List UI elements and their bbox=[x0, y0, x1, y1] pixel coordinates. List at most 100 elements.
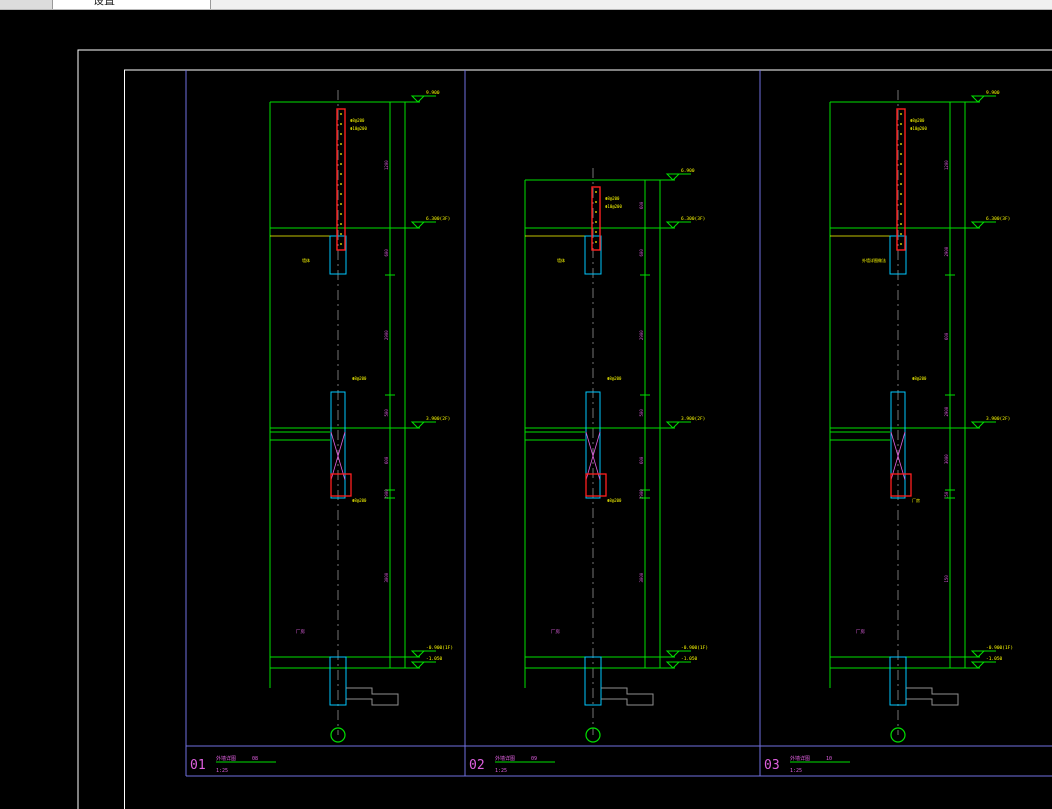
level-label: -0.900(1F) bbox=[681, 645, 708, 651]
level-label: 3.900(2F) bbox=[681, 416, 705, 422]
rebar-note: Φ10@200 bbox=[605, 204, 622, 209]
rebar-note: Φ8@200 bbox=[350, 118, 365, 123]
rebar-note: Φ8@200 bbox=[605, 196, 620, 201]
level-marker bbox=[410, 661, 426, 669]
level-label: 9.900 bbox=[426, 90, 440, 96]
dim-value: 2900 bbox=[639, 489, 644, 499]
dim-value: 3000 bbox=[384, 572, 389, 582]
lintel-rebar bbox=[330, 473, 352, 497]
rebar-dot bbox=[900, 233, 902, 235]
wall-note: 墙体 bbox=[557, 257, 565, 263]
dim-value: 500 bbox=[639, 409, 644, 417]
rebar-dot bbox=[595, 241, 597, 243]
dim-value: 600 bbox=[384, 456, 389, 464]
wall-detail-03: 9.900 6.300(3F) 3.900(2F) -0.900(1F) -1.050 1… bbox=[829, 90, 1013, 743]
level-label: -1.050 bbox=[681, 656, 698, 662]
room-label: 厂房 bbox=[551, 628, 560, 635]
level-label: 6.300(3F) bbox=[681, 216, 705, 222]
lintel-rebar bbox=[585, 473, 607, 497]
rebar-dot bbox=[900, 243, 902, 245]
rebar-dot bbox=[595, 221, 597, 223]
rebar-dot bbox=[340, 153, 342, 155]
dim-value: 600 bbox=[639, 201, 644, 209]
rebar-dot bbox=[595, 201, 597, 203]
detail-number: 02 bbox=[469, 758, 485, 773]
footing-step bbox=[906, 687, 959, 706]
wall-note: 外墙详图做法 bbox=[862, 257, 886, 263]
level-marker bbox=[665, 421, 681, 429]
rebar-dot bbox=[900, 143, 902, 145]
level-label: 3.900(2F) bbox=[986, 416, 1010, 422]
dim-value: 3000 bbox=[944, 454, 949, 464]
level-marker bbox=[665, 661, 681, 669]
detail-ref: 08 bbox=[252, 756, 258, 762]
tab-model[interactable] bbox=[0, 0, 53, 9]
rebar-dot bbox=[595, 191, 597, 193]
level-label: -0.900(1F) bbox=[986, 645, 1013, 651]
detail-title: 外墙详图 bbox=[216, 755, 236, 762]
room-label: 厂房 bbox=[296, 628, 305, 635]
level-label: 6.300(3F) bbox=[426, 216, 450, 222]
rebar-dot bbox=[340, 133, 342, 135]
rebar-note: Φ10@200 bbox=[910, 126, 927, 131]
rebar-dot bbox=[900, 133, 902, 135]
level-label: 3.900(2F) bbox=[426, 416, 450, 422]
lintel-rebar bbox=[890, 473, 912, 497]
dim-value: 2900 bbox=[944, 406, 949, 416]
detail-panels: 9.900 6.300(3F) 3.900(2F) -0.900(1F) -1.050 1… bbox=[185, 70, 1052, 777]
footing-step bbox=[601, 687, 654, 706]
cad-drawing-canvas[interactable]: 9.900 6.300(3F) 3.900(2F) -0.900(1F) -1.050 1… bbox=[0, 10, 1052, 809]
rebar-dot bbox=[900, 223, 902, 225]
detail-scale: 1:25 bbox=[495, 768, 507, 774]
wall-note: 墙体 bbox=[302, 257, 310, 263]
level-label: 9.900 bbox=[986, 90, 1000, 96]
level-label: 6.900 bbox=[681, 168, 695, 174]
rebar-dot bbox=[595, 211, 597, 213]
rebar-dot bbox=[900, 123, 902, 125]
title-block-01: 01 外墙详图 08 1:25 bbox=[190, 755, 276, 774]
rebar-dot bbox=[340, 143, 342, 145]
rebar-dot bbox=[340, 193, 342, 195]
detail-ref: 10 bbox=[826, 756, 832, 762]
footing-step bbox=[346, 687, 399, 706]
rebar-dot bbox=[340, 113, 342, 115]
dim-value: 2900 bbox=[384, 489, 389, 499]
dim-value: 2900 bbox=[944, 246, 949, 256]
tab-settings[interactable]: 设置 bbox=[53, 0, 211, 9]
rebar-dot bbox=[340, 243, 342, 245]
rebar-note: Φ8@200 bbox=[910, 118, 925, 123]
lintel-note: Φ8@200 bbox=[607, 498, 622, 503]
rebar-dot bbox=[340, 223, 342, 225]
dim-value: 600 bbox=[639, 249, 644, 257]
detail-ref: 09 bbox=[531, 756, 537, 762]
lintel-note: Φ8@200 bbox=[352, 376, 367, 381]
level-marker bbox=[410, 650, 426, 658]
level-marker bbox=[970, 421, 986, 429]
level-marker bbox=[410, 95, 426, 103]
lintel-note: Φ8@200 bbox=[912, 376, 927, 381]
title-block-03: 03 外墙详图 10 1:25 bbox=[764, 755, 850, 774]
level-marker bbox=[970, 650, 986, 658]
rebar-dot bbox=[900, 173, 902, 175]
rebar-dot bbox=[340, 233, 342, 235]
dim-value: 2900 bbox=[384, 330, 389, 340]
level-label: -1.050 bbox=[426, 656, 443, 662]
rebar-dot bbox=[900, 183, 902, 185]
level-marker bbox=[410, 221, 426, 229]
rebar-dot bbox=[340, 173, 342, 175]
level-marker bbox=[665, 650, 681, 658]
level-marker bbox=[970, 95, 986, 103]
rebar-dot bbox=[900, 193, 902, 195]
level-label: 6.300(3F) bbox=[986, 216, 1010, 222]
rebar-dot bbox=[900, 203, 902, 205]
detail-title: 外墙详图 bbox=[790, 755, 810, 762]
rebar-dot bbox=[595, 231, 597, 233]
rebar-dot bbox=[900, 213, 902, 215]
dim-value: 600 bbox=[384, 249, 389, 257]
document-tab-bar: 设置 bbox=[0, 0, 1052, 10]
level-marker bbox=[665, 173, 681, 181]
detail-scale: 1:25 bbox=[216, 768, 228, 774]
rebar-note: Φ10@200 bbox=[350, 126, 367, 131]
dim-value: 2900 bbox=[639, 330, 644, 340]
dim-value: 600 bbox=[639, 456, 644, 464]
